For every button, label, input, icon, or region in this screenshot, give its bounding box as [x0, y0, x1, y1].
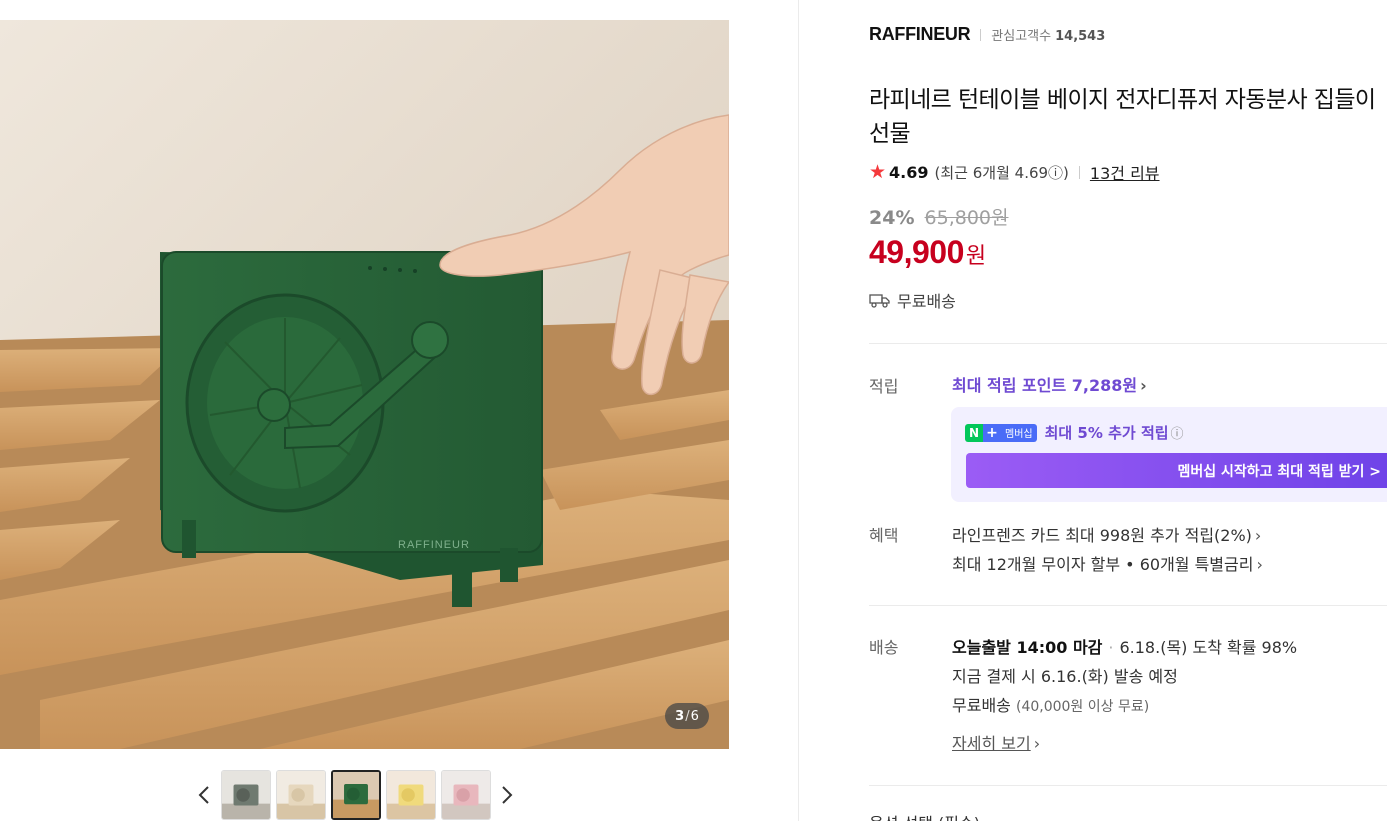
delivery-cutoff-line: 오늘출발 14:00 마감 · 6.18.(목) 도착 확률 98%: [952, 634, 1297, 658]
counter-current: 3: [675, 708, 685, 724]
star-icon: ★: [869, 161, 887, 183]
chevron-right-icon: ›: [1254, 526, 1262, 545]
delivery-label: 배송: [869, 638, 899, 657]
badge-text: 멤버십: [1001, 423, 1037, 442]
thumbnail-4[interactable]: [385, 770, 436, 820]
followers-label: 관심고객수: [991, 29, 1052, 44]
membership-message-text: 최대 5% 추가 적립: [1044, 424, 1169, 442]
store-name-link[interactable]: RAFFINEUR: [869, 24, 971, 45]
reviews-link[interactable]: 13건 리뷰: [1090, 160, 1160, 184]
chevron-right-icon: ›: [1256, 555, 1263, 574]
next-image-button[interactable]: [493, 770, 521, 820]
recent-rating[interactable]: (최근 6개월 4.69ⓘ): [935, 162, 1069, 183]
rating-value: 4.69: [889, 162, 929, 182]
option-select-heading: 옵션 선택 (필수): [869, 810, 980, 821]
column-divider: [798, 0, 799, 821]
counter-separator: /: [685, 708, 690, 724]
chevron-right-icon: ›: [1140, 376, 1147, 395]
thumbnail-5[interactable]: [440, 770, 491, 820]
max-points-text: 최대 적립 포인트 7,288원: [952, 376, 1138, 395]
sale-price: 49,900: [869, 234, 964, 270]
membership-message: 최대 5% 추가 적립 ⓘ: [1045, 422, 1184, 443]
chevron-left-icon: [198, 786, 209, 804]
points-label: 적립: [869, 377, 899, 396]
original-price: 65,800원: [924, 207, 1009, 229]
divider: [1078, 165, 1080, 179]
section-divider: [869, 785, 1387, 786]
discount-rate: 24%: [869, 207, 915, 229]
product-title: 라피네르 턴테이블 베이지 전자디퓨저 자동분사 집들이선물: [869, 87, 1376, 147]
dispatch-line: 지금 결제 시 6.16.(화) 발송 예정: [952, 667, 1178, 686]
installment-benefit-link[interactable]: 최대 12개월 무이자 할부 • 60개월 특별금리 ›: [952, 551, 1263, 575]
thumbnail-1[interactable]: [220, 770, 271, 820]
image-counter: 3 / 6: [665, 703, 709, 729]
price-row: 49,900원: [869, 234, 986, 271]
free-shipping-line: 무료배송 (40,000원 이상 무료): [952, 692, 1149, 716]
shipping-badge: 무료배송: [869, 288, 956, 312]
start-membership-button[interactable]: 멤버십 시작하고 최대 적립 받기 >: [966, 453, 1387, 488]
rating-row: ★ 4.69 (최근 6개월 4.69ⓘ) 13건 리뷰: [869, 160, 1160, 184]
delivery-cutoff: 오늘출발 14:00 마감: [952, 638, 1103, 657]
free-shipping-condition: (40,000원 이상 무료): [1015, 699, 1150, 715]
badge-plus: +: [983, 423, 1001, 442]
benefits-label: 혜택: [869, 526, 899, 545]
section-divider: [869, 605, 1387, 606]
discount-row: 24% 65,800원: [869, 203, 1009, 230]
svg-text:RAFFINEUR: RAFFINEUR: [398, 539, 470, 551]
counter-total: 6: [690, 708, 699, 724]
price-unit: 원: [965, 244, 987, 269]
chevron-right-icon: [502, 786, 513, 804]
thumbnail-2[interactable]: [275, 770, 326, 820]
installment-benefit-text: 최대 12개월 무이자 할부 • 60개월 특별금리: [952, 555, 1254, 574]
section-divider: [869, 343, 1387, 344]
card-benefit-text: 라인프렌즈 카드 최대 998원 추가 적립(2%): [952, 526, 1252, 545]
shipping-badge-text: 무료배송: [897, 292, 956, 311]
membership-box: N + 멤버십 최대 5% 추가 적립 ⓘ 멤버십 시작하고 최대 적립 받기 >: [951, 407, 1387, 502]
product-photo: RAFFINEUR: [0, 20, 729, 749]
thumbnail-3-active[interactable]: [330, 770, 381, 820]
divider: [980, 28, 982, 41]
thumbnail-strip: [190, 770, 521, 820]
free-shipping-label: 무료배송: [952, 696, 1011, 715]
badge-n: N: [965, 423, 983, 442]
naver-membership-badge: N + 멤버십: [965, 423, 1037, 442]
delivery-detail-link[interactable]: 자세히 보기 ›: [952, 730, 1040, 754]
delivery-arrival: 6.18.(목) 도착 확률 98%: [1119, 638, 1298, 657]
product-main-image[interactable]: RAFFINEUR 3 / 6: [0, 20, 729, 749]
separator-dot: ·: [1108, 638, 1114, 657]
chevron-right-icon: ›: [1033, 734, 1041, 753]
prev-image-button[interactable]: [190, 770, 218, 820]
followers-count: 관심고객수 14,543: [991, 25, 1105, 44]
truck-icon: [869, 294, 890, 308]
card-benefit-link[interactable]: 라인프렌즈 카드 최대 998원 추가 적립(2%) ›: [952, 522, 1261, 546]
store-line: RAFFINEUR 관심고객수 14,543: [869, 24, 1105, 45]
followers-number: 14,543: [1055, 29, 1106, 44]
max-points-link[interactable]: 최대 적립 포인트 7,288원 ›: [952, 372, 1147, 396]
delivery-detail-text: 자세히 보기: [952, 734, 1031, 753]
info-icon[interactable]: ⓘ: [1171, 427, 1184, 442]
membership-info: N + 멤버십 최대 5% 추가 적립 ⓘ: [965, 422, 1184, 443]
